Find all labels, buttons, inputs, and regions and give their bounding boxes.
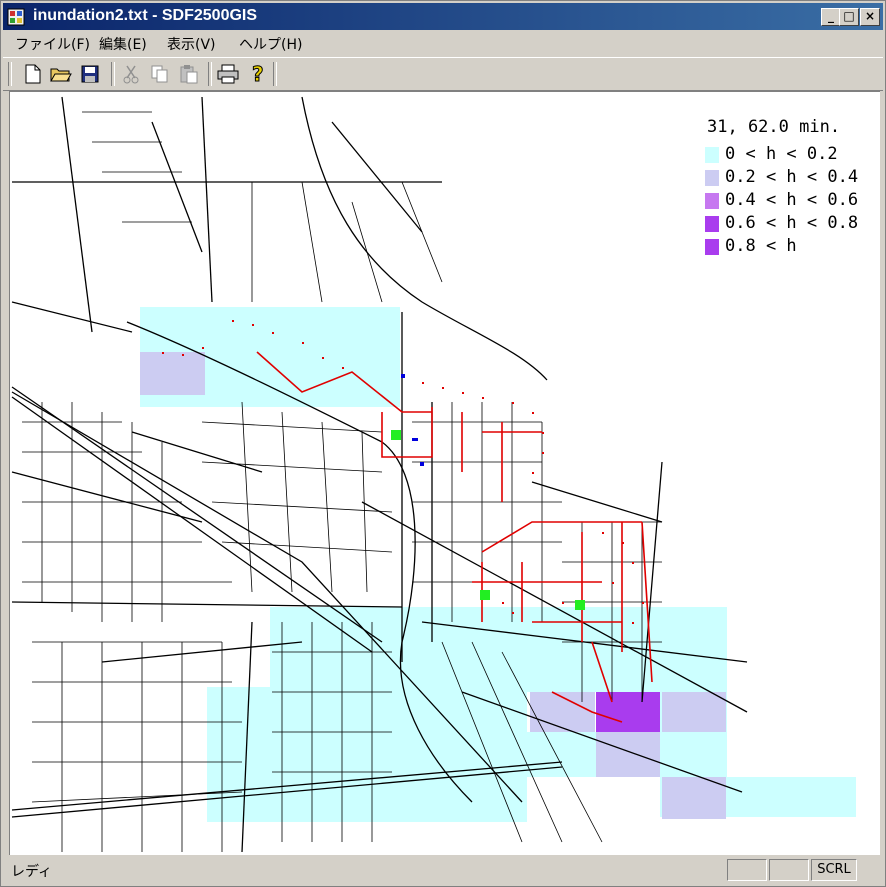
status-text: レディ [11, 864, 53, 880]
legend-swatch [705, 239, 719, 255]
legend-swatch [705, 193, 719, 209]
svg-text:?: ? [252, 63, 264, 85]
toolbar-separator [273, 62, 277, 86]
paste-icon[interactable] [177, 62, 201, 86]
save-icon[interactable] [78, 62, 102, 86]
scroll-lock-indicator: SCRL [811, 859, 857, 881]
cut-icon[interactable] [119, 62, 143, 86]
status-indicator [769, 859, 809, 881]
help-icon[interactable]: ? [246, 62, 270, 86]
legend-swatch [705, 216, 719, 232]
legend-label: 0.8 < h [725, 236, 797, 256]
menu-bar: ファイル(F) 編集(E) 表示(V) ヘルプ(H) [3, 31, 883, 55]
legend-label: 0.4 < h < 0.6 [725, 190, 859, 210]
status-bar: レディ SCRL [3, 856, 883, 884]
legend-swatch [705, 170, 719, 186]
app-icon [7, 8, 25, 26]
legend-title: 31, 62.0 min. [707, 117, 841, 137]
menu-help[interactable]: ヘルプ(H) [239, 34, 302, 54]
status-indicator [727, 859, 767, 881]
open-folder-icon[interactable] [49, 62, 73, 86]
legend-swatch [705, 147, 719, 163]
toolbar-grip [8, 62, 12, 86]
menu-edit[interactable]: 編集(E) [99, 34, 147, 54]
legend-label: 0.6 < h < 0.8 [725, 213, 859, 233]
app-window: inundation2.txt - SDF2500GIS _ □ × ファイル(… [0, 0, 886, 887]
window-title: inundation2.txt - SDF2500GIS [33, 7, 258, 24]
toolbar-separator [111, 62, 115, 86]
legend-label: 0 < h < 0.2 [725, 144, 838, 164]
menu-view[interactable]: 表示(V) [167, 34, 216, 54]
copy-icon[interactable] [148, 62, 172, 86]
print-icon[interactable] [216, 62, 240, 86]
menu-file[interactable]: ファイル(F) [15, 34, 90, 54]
toolbar-separator [208, 62, 212, 86]
toolbar: ? [3, 57, 883, 91]
close-button[interactable]: × [860, 8, 880, 26]
maximize-button[interactable]: □ [839, 8, 859, 26]
title-bar[interactable]: inundation2.txt - SDF2500GIS _ □ × [3, 3, 883, 30]
new-file-icon[interactable] [21, 62, 45, 86]
legend-label: 0.2 < h < 0.4 [725, 167, 859, 187]
minimize-button[interactable]: _ [821, 8, 841, 26]
